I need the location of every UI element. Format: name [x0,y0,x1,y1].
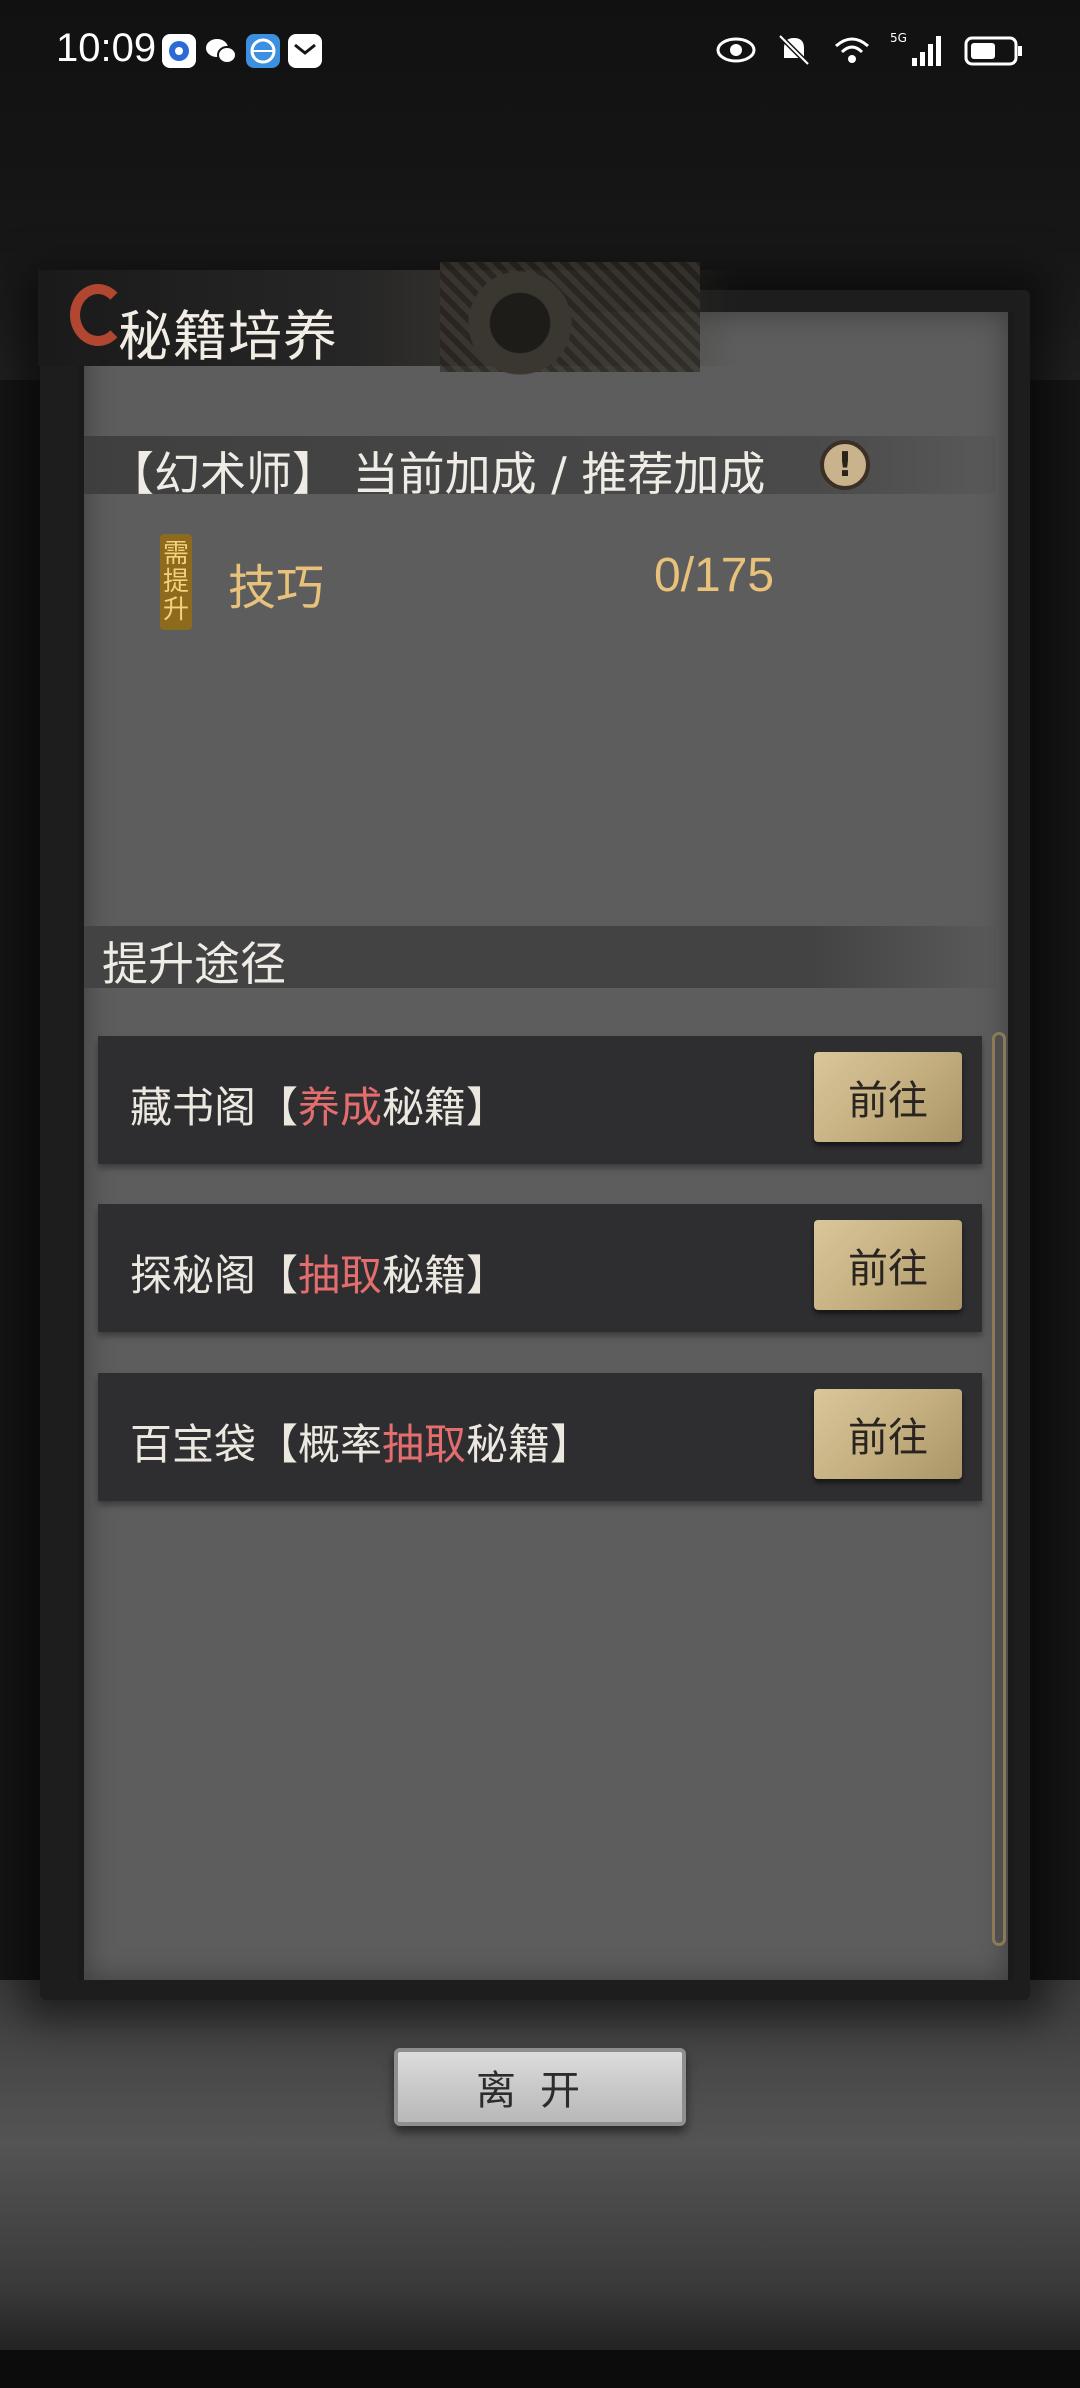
route-label: 探秘阁【抽取秘籍】 [130,1242,508,1303]
route-label-prefix: 藏书阁【 [130,1083,299,1132]
info-icon[interactable]: ! [820,440,870,490]
route-row-explore: 探秘阁【抽取秘籍】 前往 [98,1204,982,1332]
message-icon [288,34,322,68]
need-badge-char: 需 [162,539,189,569]
status-bar: 10:09 5G [0,0,1080,100]
wifi-icon [832,30,872,70]
route-label-prefix: 百宝袋【概率 [130,1420,383,1469]
route-label-suffix: 秘籍】 [382,1251,509,1300]
leave-button[interactable]: 离开 [394,2048,686,2126]
browser-icon [246,34,280,68]
need-upgrade-badge: 需 提 升 [160,534,192,630]
route-label: 藏书阁【养成秘籍】 [130,1074,508,1135]
status-time: 10:09 [56,26,157,70]
need-badge-char: 提 [162,567,189,597]
route-label-highlight: 养成 [298,1083,383,1132]
navigation-bar [0,2350,1080,2388]
goto-button[interactable]: 前往 [814,1389,962,1479]
bonus-header-text: 【幻术师】 当前加成 / 推荐加成 [108,447,766,501]
background-bottom [0,1980,1080,2388]
route-label-suffix: 秘籍】 [466,1420,593,1469]
goto-button[interactable]: 前往 [814,1052,962,1142]
route-label-suffix: 秘籍】 [382,1083,509,1132]
route-label-highlight: 抽取 [382,1420,467,1469]
panel-title: 秘籍培养 [118,305,338,368]
flower-ornament-icon [455,268,585,378]
route-row-library: 藏书阁【养成秘籍】 前往 [98,1036,982,1164]
route-label-prefix: 探秘阁【 [130,1251,299,1300]
route-label: 百宝袋【概率抽取秘籍】 [130,1411,592,1472]
route-label-highlight: 抽取 [298,1251,383,1300]
app-notification-icon [162,34,196,68]
signal-icon: 5G [890,30,946,70]
eye-icon [716,30,756,70]
scrollbar[interactable] [992,1032,1006,1946]
stat-value: 0/175 [654,549,775,602]
network-type-label: 5G [890,31,907,45]
stat-name: 技巧 [228,560,325,616]
battery-icon [964,30,1024,70]
bell-muted-icon [774,30,814,70]
route-row-treasure-bag: 百宝袋【概率抽取秘籍】 前往 [98,1373,982,1501]
wechat-icon [204,34,238,68]
goto-button[interactable]: 前往 [814,1220,962,1310]
need-badge-char: 升 [162,595,189,625]
routes-section-title: 提升途径 [102,937,286,991]
